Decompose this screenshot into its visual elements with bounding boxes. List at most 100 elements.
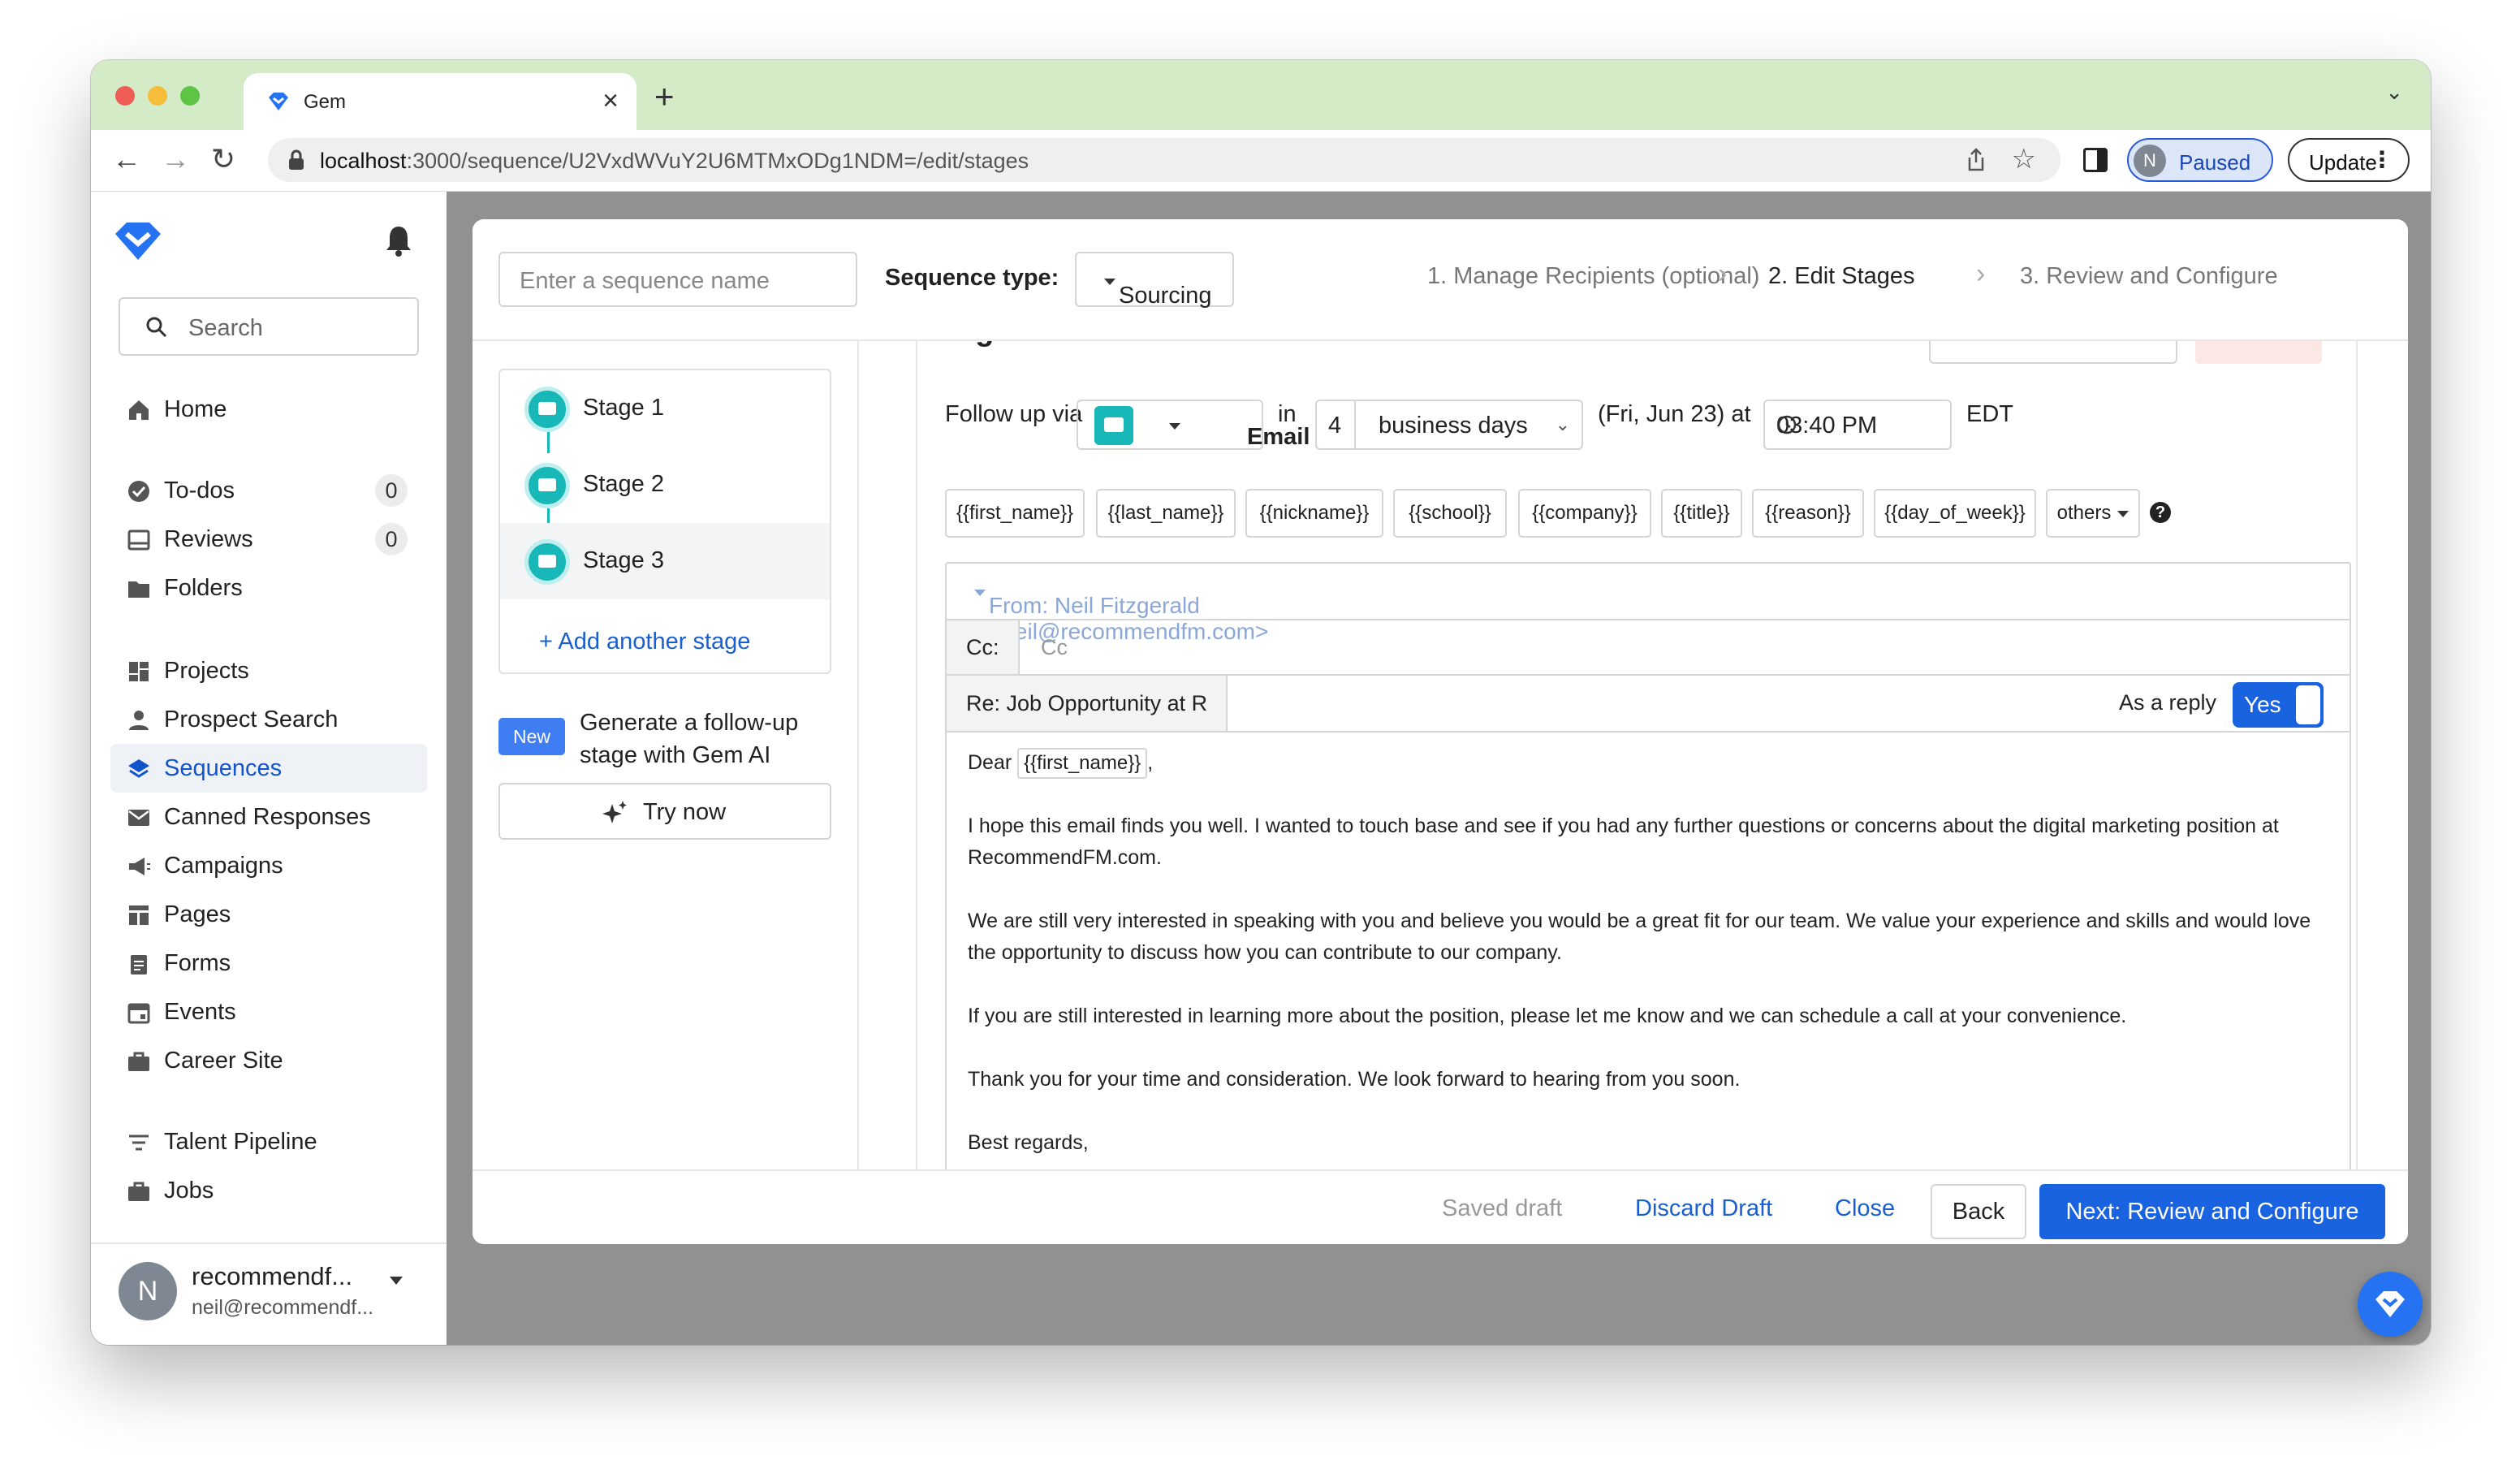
stage-list: Stage 1 Stage 2 Stage 3 + Add another st… [498,369,831,674]
back-button[interactable]: Back [1931,1184,2026,1239]
user-avatar[interactable]: N [119,1262,177,1320]
sidebar-item-reviews[interactable]: Reviews 0 [110,515,427,564]
sidebar-item-career-site[interactable]: Career Site [110,1036,427,1085]
try-now-button[interactable]: Try now [498,783,831,840]
close-tab-icon[interactable]: × [602,84,619,117]
sidebar-item-jobs[interactable]: Jobs [110,1166,427,1215]
user-menu-caret-icon[interactable] [390,1277,403,1285]
side-panel-icon[interactable] [2083,148,2108,172]
close-button[interactable]: Close [1835,1195,1895,1222]
add-stage-link[interactable]: + Add another stage [539,629,750,655]
sidebar-search-input[interactable]: Search [119,297,419,356]
token-school[interactable]: {{school}} [1393,489,1507,538]
gem-assistant-button[interactable] [2358,1272,2423,1337]
channel-dropdown[interactable]: Email [1077,400,1310,450]
minimize-window-button[interactable] [148,86,167,106]
token-first-name[interactable]: {{first_name}} [945,489,1085,538]
cc-label: Cc: [947,620,1020,674]
sidebar-item-forms[interactable]: Forms [110,939,427,987]
email-icon [1094,406,1133,445]
stage-label: Stage 3 [583,547,664,573]
delay-days-input[interactable]: 4 business days ⌄ [1315,400,1583,450]
send-time-input[interactable]: 03:40 PM [1763,400,1952,450]
subject-field[interactable]: Re: Job Opportunity at R [947,676,1228,731]
timezone-label: EDT [1966,401,2013,427]
user-name[interactable]: recommendf... [192,1262,352,1291]
step-edit-stages[interactable]: 2. Edit Stages [1768,263,1915,290]
as-reply-label: As a reply [2119,690,2217,715]
sidebar-item-pages[interactable]: Pages [110,890,427,939]
divider [91,1242,447,1244]
email-body[interactable]: Dear {{first_name}}, I hope this email f… [968,747,2340,1169]
stage-label: Stage 2 [583,471,664,497]
maximize-window-button[interactable] [180,86,200,106]
sequence-name-input[interactable]: Enter a sequence name [498,252,857,307]
kebab-menu-icon[interactable]: ⋮ [2371,148,2393,172]
token-title[interactable]: {{title}} [1661,489,1742,538]
as-reply-toggle[interactable]: Yes [2233,682,2324,728]
sequence-type-label: Sequence type: [885,265,1059,291]
sidebar-item-events[interactable]: Events [110,987,427,1036]
sidebar-item-folders[interactable]: Folders [110,564,427,612]
days-unit-select[interactable]: business days [1379,413,1528,439]
help-icon[interactable]: ? [2150,502,2171,523]
token-day-of-week[interactable]: {{day_of_week}} [1874,489,2036,538]
sidebar-item-label: Forms [164,950,231,976]
first-name-token[interactable]: {{first_name}} [1017,748,1148,779]
sidebar-item-label: Projects [164,658,249,684]
sidebar-item-todos[interactable]: To-dos 0 [110,466,427,515]
reviews-icon [127,529,150,551]
gem-logo-icon[interactable] [112,221,164,266]
bookmark-star-icon[interactable]: ☆ [2012,143,2036,175]
days-value[interactable]: 4 [1328,413,1341,439]
discard-draft-button[interactable]: Discard Draft [1635,1195,1772,1222]
stage-item-3[interactable]: Stage 3 [500,523,830,599]
sidebar-item-label: Pages [164,901,231,927]
sidebar-item-sequences[interactable]: Sequences [110,744,427,793]
tokens-others-dropdown[interactable]: others [2046,489,2140,538]
send-preview-button[interactable] [1929,341,2177,364]
update-button[interactable]: Update ⋮ [2288,138,2410,182]
sidebar-item-projects[interactable]: Projects [110,646,427,695]
sidebar-item-canned-responses[interactable]: Canned Responses [110,793,427,841]
remove-stage-button[interactable] [2195,341,2322,364]
saved-status: Saved draft [1442,1195,1563,1221]
from-selector[interactable]: From: Neil Fitzgerald <neil@recommendfm.… [947,564,2350,644]
main-overlay: Enter a sequence name Sequence type: Sou… [447,192,2431,1345]
sidebar-item-home[interactable]: Home [110,385,427,434]
caret-down-icon [1104,279,1115,286]
forward-arrow-icon[interactable]: → [161,143,190,175]
tab-list-chevron-icon[interactable]: ⌄ [2385,80,2403,105]
sidebar-item-talent-pipeline[interactable]: Talent Pipeline [110,1117,427,1166]
back-arrow-icon[interactable]: ← [112,143,141,175]
info-icon[interactable] [287,149,305,175]
browser-tab[interactable]: Gem × [244,73,636,130]
notifications-bell-icon[interactable] [385,224,412,261]
cc-input[interactable]: Cc [1041,635,1068,660]
sidebar-item-label: Folders [164,575,243,601]
sidebar-item-label: Career Site [164,1048,283,1074]
clipboard-icon [131,955,147,975]
sidebar-item-campaigns[interactable]: Campaigns [110,841,427,890]
token-last-name[interactable]: {{last_name}} [1096,489,1236,538]
close-window-button[interactable] [115,86,135,106]
step-review-configure[interactable]: 3. Review and Configure [2020,263,2278,290]
email-stage-icon [524,387,570,432]
token-company[interactable]: {{company}} [1518,489,1651,538]
new-tab-icon[interactable]: + [654,76,675,117]
profile-paused-button[interactable]: N Paused [2127,138,2273,182]
token-nickname[interactable]: {{nickname}} [1245,489,1383,538]
dashboard-icon [129,662,149,681]
sidebar-item-prospect-search[interactable]: Prospect Search [110,695,427,744]
step-manage-recipients[interactable]: 1. Manage Recipients (optional) [1427,263,1759,290]
next-review-configure-button[interactable]: Next: Review and Configure [2039,1184,2385,1239]
pages-icon [129,905,149,925]
url-bar[interactable]: localhost:3000/sequence/U2VxdWVuY2U6MTMx… [268,138,2060,182]
layers-icon [128,759,149,778]
greeting-line: Dear {{first_name}}, [968,747,2340,779]
token-reason[interactable]: {{reason}} [1752,489,1864,538]
address-toolbar: ← → ↻ localhost:3000/sequence/U2VxdWVuY2… [91,130,2431,192]
sequence-type-dropdown[interactable]: Sourcing [1075,252,1234,309]
share-icon[interactable] [1966,148,1986,176]
reload-icon[interactable]: ↻ [211,143,235,175]
